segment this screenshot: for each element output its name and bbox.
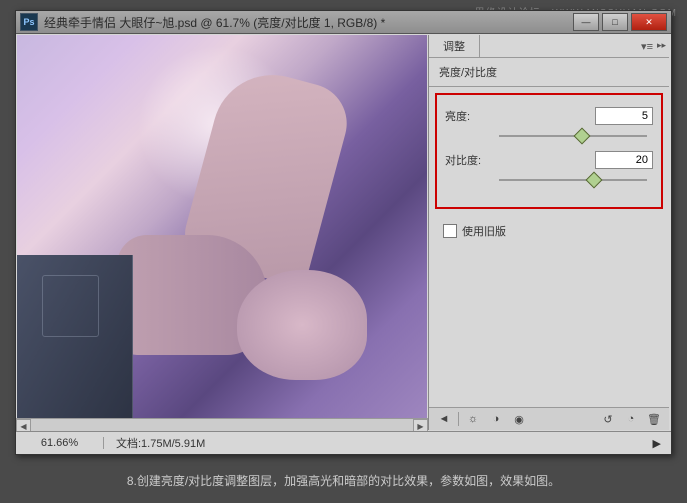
caption-text: 8.创建亮度/对比度调整图层，加强高光和暗部的对比效果，参数如图，效果如图。	[0, 472, 687, 489]
legacy-label: 使用旧版	[462, 223, 506, 239]
doc-info-menu-icon[interactable]: ▶	[653, 437, 661, 450]
tab-adjustments[interactable]: 调整	[429, 35, 480, 57]
clip-icon[interactable]: ◑	[487, 412, 505, 426]
photo-image	[17, 35, 427, 430]
contrast-label: 对比度:	[445, 152, 493, 168]
collapse-icon[interactable]: ▸▸	[657, 40, 666, 51]
canvas[interactable]	[17, 35, 427, 430]
previous-icon[interactable]: ◔	[622, 412, 640, 426]
brightness-field[interactable]	[595, 107, 653, 125]
panel-footer: ◄ ☼ ◑ ◉ ↺ ◔ 🗑	[429, 407, 669, 430]
horizontal-scrollbar[interactable]: ◀ ▶	[16, 418, 428, 432]
statusbar: 61.66% 文档:1.75M/5.91M ▶	[16, 431, 671, 454]
window-title: 经典牵手情侣 大眼仔~旭.psd @ 61.7% (亮度/对比度 1, RGB/…	[44, 14, 573, 31]
doc-info: 文档:1.75M/5.91M	[104, 435, 217, 451]
contrast-field[interactable]	[595, 151, 653, 169]
brightness-label: 亮度:	[445, 108, 493, 124]
panel-tabbar: 调整 ▾≡	[429, 35, 669, 58]
trash-icon[interactable]: 🗑	[645, 412, 663, 426]
legacy-checkbox[interactable]	[443, 224, 457, 238]
maximize-button[interactable]: □	[602, 13, 628, 31]
contrast-slider[interactable]	[499, 173, 647, 187]
adjustments-panel: ▸▸ 调整 ▾≡ 亮度/对比度 亮度: 对比度:	[428, 35, 669, 430]
titlebar: Ps 经典牵手情侣 大眼仔~旭.psd @ 61.7% (亮度/对比度 1, R…	[16, 11, 671, 34]
panel-menu-icon[interactable]: ▾≡	[641, 40, 653, 53]
photoshop-window: Ps 经典牵手情侣 大眼仔~旭.psd @ 61.7% (亮度/对比度 1, R…	[15, 10, 672, 455]
close-button[interactable]: ✕	[631, 13, 667, 31]
highlight-box: 亮度: 对比度:	[435, 93, 663, 209]
minimize-button[interactable]: —	[573, 13, 599, 31]
reset-icon[interactable]: ↺	[599, 412, 617, 426]
zoom-level[interactable]: 61.66%	[16, 437, 104, 449]
back-icon[interactable]: ◄	[435, 412, 453, 426]
expand-icon[interactable]: ☼	[464, 412, 482, 426]
photoshop-icon: Ps	[20, 13, 38, 31]
adjustment-title: 亮度/对比度	[429, 58, 669, 87]
visibility-icon[interactable]: ◉	[510, 412, 528, 426]
brightness-slider[interactable]	[499, 129, 647, 143]
